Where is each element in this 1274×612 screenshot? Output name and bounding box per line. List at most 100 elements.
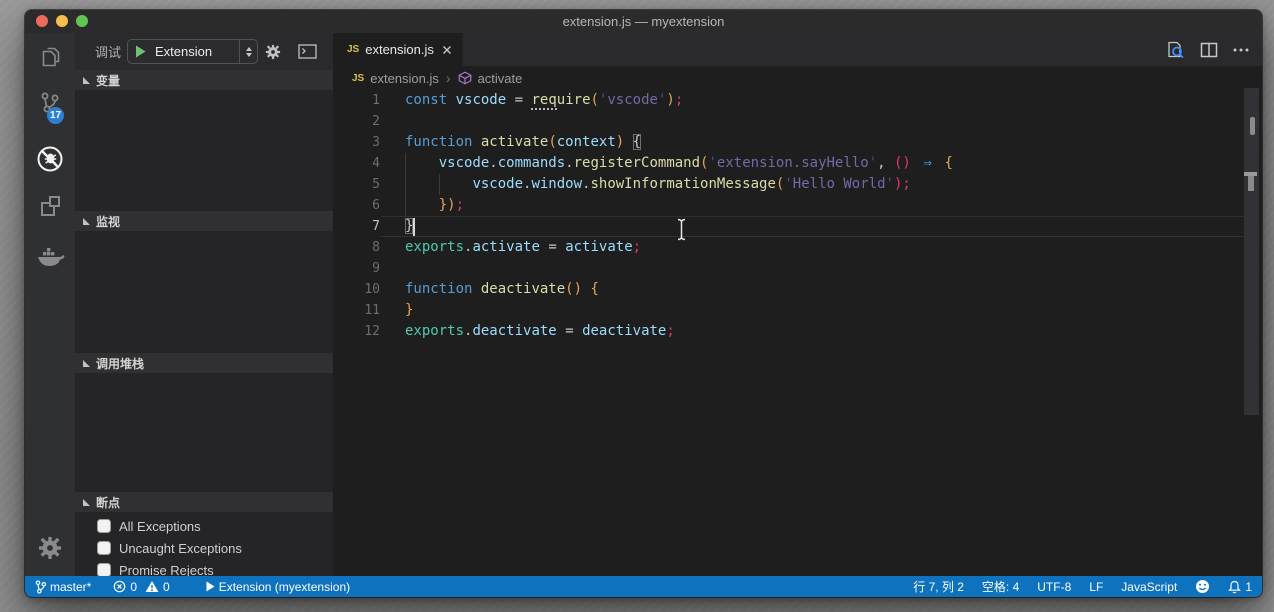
line-content: vscode.commands.registerCommand('extensi… <box>380 153 953 174</box>
extensions-icon[interactable] <box>25 193 75 221</box>
problems-item[interactable]: 0 0 <box>113 580 169 594</box>
code-line[interactable]: 12exports.deactivate = deactivate; <box>333 321 1262 342</box>
launch-config-name: Extension <box>155 44 239 59</box>
debug-icon[interactable] <box>25 144 75 174</box>
code-line[interactable]: 1const vscode = require('vscode'); <box>333 90 1262 111</box>
js-file-icon: JS <box>347 44 359 55</box>
code-line[interactable]: 6 }); <box>333 195 1262 216</box>
section-watch[interactable]: 监视 <box>75 211 333 231</box>
code-line[interactable]: 5 vscode.window.showInformationMessage('… <box>333 174 1262 195</box>
mouse-ibeam-pointer <box>675 218 688 245</box>
launch-config-dropdown[interactable]: Extension <box>127 39 258 64</box>
checkbox[interactable] <box>97 519 111 533</box>
code-area[interactable]: 1const vscode = require('vscode');23func… <box>333 90 1262 576</box>
scm-badge: 17 <box>47 107 64 124</box>
play-icon <box>206 581 215 592</box>
line-number: 11 <box>333 300 380 321</box>
code-line[interactable]: 2 <box>333 111 1262 132</box>
line-content: exports.activate = activate; <box>380 237 641 258</box>
checkbox[interactable] <box>97 563 111 577</box>
settings-gear-icon[interactable] <box>25 534 75 562</box>
line-number: 10 <box>333 279 380 300</box>
feedback-item[interactable] <box>1195 579 1210 594</box>
collapse-twistie-icon <box>83 218 90 225</box>
open-preview-icon[interactable] <box>1164 39 1186 61</box>
line-content: const vscode = require('vscode'); <box>380 90 683 111</box>
maximize-window-button[interactable] <box>76 15 88 27</box>
code-line[interactable]: 9 <box>333 258 1262 279</box>
code-line[interactable]: 3function activate(context) { <box>333 132 1262 153</box>
minimize-window-button[interactable] <box>56 15 68 27</box>
feedback-smiley-icon <box>1195 579 1210 594</box>
line-number: 4 <box>333 153 380 174</box>
split-editor-icon[interactable] <box>1199 40 1219 60</box>
breadcrumb-separator: › <box>446 70 451 86</box>
code-line[interactable]: 10function deactivate() { <box>333 279 1262 300</box>
cursor-position-item[interactable]: 行 7, 列 2 <box>913 578 964 595</box>
section-variables[interactable]: 变量 <box>75 70 333 90</box>
close-window-button[interactable] <box>36 15 48 27</box>
overview-ruler-cursor-stem <box>1248 176 1254 191</box>
line-content: exports.deactivate = deactivate; <box>380 321 675 342</box>
start-debug-icon[interactable] <box>135 45 146 58</box>
configure-gear-icon[interactable] <box>264 43 282 64</box>
code-line[interactable]: 4 vscode.commands.registerCommand('exten… <box>333 153 1262 174</box>
activity-bar: 17 <box>25 33 75 576</box>
breadcrumb-file[interactable]: extension.js <box>370 71 439 86</box>
title-bar: extension.js — myextension <box>25 10 1262 33</box>
line-number: 8 <box>333 237 380 258</box>
notifications-item[interactable]: 1 <box>1228 580 1252 594</box>
git-branch-item[interactable]: master* <box>35 580 91 594</box>
warnings-icon <box>145 580 159 593</box>
docker-icon[interactable] <box>25 244 75 270</box>
language-item[interactable]: JavaScript <box>1121 580 1177 594</box>
scrollbar-slider[interactable] <box>1250 117 1255 135</box>
line-number: 12 <box>333 321 380 342</box>
code-line[interactable]: 7} <box>333 216 1262 237</box>
debug-title: 调试 <box>95 42 121 61</box>
close-tab-icon[interactable] <box>442 45 452 55</box>
line-number: 6 <box>333 195 380 216</box>
line-number: 1 <box>333 90 380 111</box>
line-content: }); <box>380 195 464 216</box>
breadcrumb: JS extension.js › activate <box>333 66 1262 90</box>
line-content: } <box>380 216 413 237</box>
debug-toolbar: 调试 Extension <box>75 33 333 70</box>
line-content: } <box>380 300 413 321</box>
errors-icon <box>113 580 126 593</box>
code-line[interactable]: 11} <box>333 300 1262 321</box>
explorer-icon[interactable] <box>25 43 75 71</box>
line-content: vscode.window.showInformationMessage('He… <box>380 174 911 195</box>
tab-extension-js[interactable]: JS extension.js <box>333 33 463 66</box>
debug-console-icon[interactable] <box>298 44 317 62</box>
line-number: 2 <box>333 111 380 132</box>
debug-sidebar: 调试 Extension <box>75 33 333 576</box>
status-bar: master* 0 0 Extension (myextension) 行 7,… <box>25 576 1262 597</box>
callstack-body <box>75 373 333 492</box>
symbol-icon <box>458 71 472 85</box>
editor-group: JS extension.js <box>333 33 1262 576</box>
debug-status-item[interactable]: Extension (myextension) <box>206 580 350 594</box>
breakpoint-label: All Exceptions <box>119 519 201 534</box>
watch-body <box>75 231 333 353</box>
line-content: function deactivate() { <box>380 279 599 300</box>
bell-icon <box>1228 580 1241 594</box>
more-actions-icon[interactable] <box>1232 41 1250 59</box>
encoding-item[interactable]: UTF-8 <box>1037 580 1071 594</box>
checkbox[interactable] <box>97 541 111 555</box>
line-content <box>380 258 405 279</box>
indentation-item[interactable]: 空格: 4 <box>982 578 1019 595</box>
section-breakpoints[interactable]: 断点 <box>75 492 333 512</box>
line-content: function activate(context) { <box>380 132 641 153</box>
breadcrumb-symbol[interactable]: activate <box>478 71 523 86</box>
collapse-twistie-icon <box>83 77 90 84</box>
breakpoint-row: Uncaught Exceptions <box>75 537 333 559</box>
breakpoint-row: All Exceptions <box>75 515 333 537</box>
tab-bar: JS extension.js <box>333 33 1262 66</box>
eol-item[interactable]: LF <box>1089 580 1103 594</box>
section-callstack[interactable]: 调用堆栈 <box>75 353 333 373</box>
code-line[interactable]: 8exports.activate = activate; <box>333 237 1262 258</box>
js-file-icon: JS <box>352 73 364 84</box>
vscode-window: extension.js — myextension 17 <box>25 10 1262 597</box>
scrollbar-track[interactable] <box>1244 88 1259 415</box>
